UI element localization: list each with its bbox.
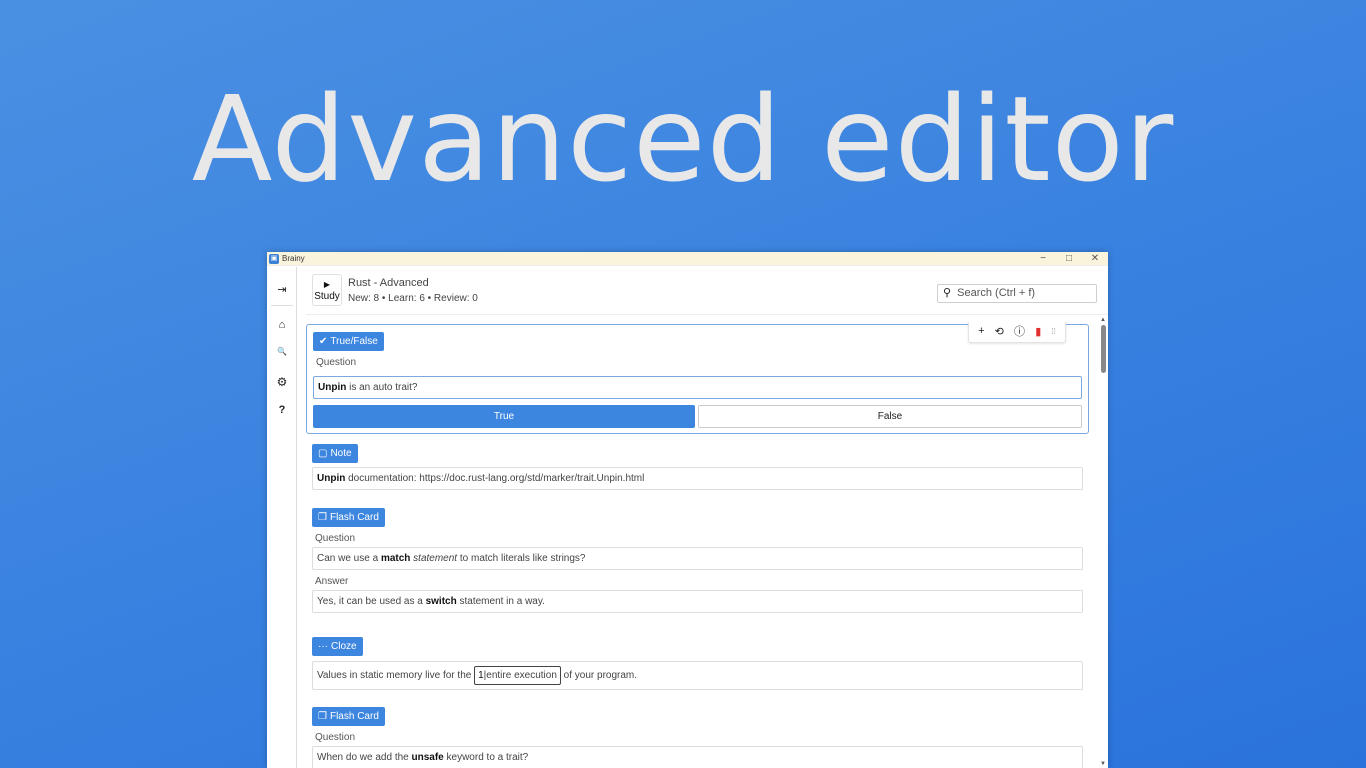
note-icon: ▢ [318,448,328,459]
maximize-button[interactable]: □ [1056,252,1082,266]
question-italic-text: statement [413,553,458,564]
note-text: documentation: https://doc.rust-lang.org… [345,473,645,484]
deck-header: ▶ Study Rust - Advanced New: 8 • Learn: … [306,267,1108,315]
title-bar: ▣ Brainy − □ ✕ [267,252,1108,266]
cloze-card[interactable]: ··· Cloze Values in static memory live fo… [312,636,1083,690]
true-option-button[interactable]: True [313,405,695,428]
home-icon[interactable]: ⌂ [267,319,297,331]
cloze-badge[interactable]: ··· Cloze [312,637,363,656]
add-icon[interactable]: + [978,325,984,337]
question-field[interactable]: Unpin is an auto trait? [313,376,1082,399]
question-field[interactable]: Can we use a match statement to match li… [312,547,1083,570]
flashcard-badge[interactable]: ❐ Flash Card [312,707,385,726]
note-bold-text: Unpin [317,473,346,484]
app-logo-icon: ▣ [269,253,279,264]
deck-title: Rust - Advanced [348,277,429,289]
sidebar-divider [271,305,293,306]
collapse-sidebar-icon[interactable]: ⇥ [267,283,297,296]
cloze-hidden-text: entire execution [486,669,557,681]
false-option-button[interactable]: False [698,405,1082,428]
badge-label: True/False [330,336,378,347]
flashcard-card[interactable]: ❐ Flash Card Question Can we use a match … [312,507,1083,613]
cloze-field[interactable]: Values in static memory live for the 1|e… [312,661,1083,690]
badge-label: Note [330,448,352,459]
card-list: ✔ True/False + ⟲ ⓘ ▮ ⁞⁞ Question Unpin is… [306,322,1089,768]
question-bold-text: match [380,553,411,564]
app-title: Brainy [282,254,305,263]
ellipsis-icon: ··· [318,641,328,652]
sidebar: ⇥ ⌂ 🔍 ⚙ ? [267,267,297,768]
note-card[interactable]: ▢ Note Unpin documentation: https://doc.r… [312,443,1083,490]
truefalse-card[interactable]: ✔ True/False + ⟲ ⓘ ▮ ⁞⁞ Question Unpin is… [306,322,1089,434]
help-icon[interactable]: ? [267,404,297,416]
cloze-text: Values in static memory live for the [317,670,475,681]
scroll-down-icon[interactable]: ▼ [1099,760,1107,768]
question-text: is an auto trait? [346,382,418,393]
note-field[interactable]: Unpin documentation: https://doc.rust-la… [312,467,1083,490]
question-text-end: keyword to a trait? [443,752,529,763]
answer-label: Answer [315,576,349,587]
answer-text: Yes, it can be used as a [317,596,426,607]
info-icon[interactable]: ⓘ [1014,323,1025,339]
badge-label: Flash Card [329,711,379,722]
gear-icon[interactable]: ⚙ [267,375,297,389]
question-bold-text: unsafe [411,752,444,763]
check-circle-icon: ✔ [319,336,328,347]
search-icon[interactable]: 🔍 [267,347,297,356]
deck-stats: New: 8 • Learn: 6 • Review: 0 [348,293,478,304]
cloze-index: 1 [478,669,484,681]
badge-label: Cloze [331,641,357,652]
cloze-text-end: of your program. [560,670,638,681]
note-badge[interactable]: ▢ Note [312,444,358,463]
close-button[interactable]: ✕ [1082,252,1108,266]
question-label: Question [315,533,356,544]
scrollbar[interactable]: ▲ ▼ [1099,316,1107,768]
question-text-end: to match literals like strings? [457,553,586,564]
badge-label: Flash Card [329,512,379,523]
answer-bold-text: switch [425,596,457,607]
app-window: ▣ Brainy − □ ✕ ⇥ ⌂ 🔍 ⚙ ? ▶ Study Rust - … [267,252,1108,768]
truefalse-badge[interactable]: ✔ True/False [313,332,384,351]
cloze-deletion[interactable]: 1|entire execution [474,665,561,685]
minimize-button[interactable]: − [1030,252,1056,266]
answer-field[interactable]: Yes, it can be used as a switch statemen… [312,590,1083,613]
question-label: Question [315,732,356,743]
flashcard-badge[interactable]: ❐ Flash Card [312,508,385,527]
truefalse-options: True False [313,405,1082,428]
window-controls: − □ ✕ [1030,252,1108,266]
play-icon: ▶ [323,280,331,289]
search-placeholder: Search (Ctrl + f) [957,287,1036,299]
reset-icon[interactable]: ⟲ [995,325,1004,338]
search-icon: ⚲ [943,287,952,299]
scroll-thumb[interactable] [1100,325,1106,373]
headline: Advanced editor [191,70,1175,208]
study-button[interactable]: ▶ Study [312,274,342,306]
study-label: Study [314,291,340,302]
question-text: Can we use a [317,553,381,564]
flashcard-icon: ❐ [318,711,327,722]
delete-icon[interactable]: ▮ [1035,325,1041,338]
flashcard-card[interactable]: ❐ Flash Card Question When do we add the … [312,706,1083,768]
card-toolbar: + ⟲ ⓘ ▮ ⁞⁞ [968,322,1066,343]
question-label: Question [316,357,357,368]
question-bold-text: Unpin [318,382,347,393]
question-field[interactable]: When do we add the unsafe keyword to a t… [312,746,1083,768]
scroll-up-icon[interactable]: ▲ [1099,316,1107,324]
answer-text-end: statement in a way. [456,596,545,607]
drag-handle-icon[interactable]: ⁞⁞ [1051,327,1055,336]
search-input[interactable]: ⚲ Search (Ctrl + f) [937,284,1097,303]
question-text: When do we add the [317,752,412,763]
flashcard-icon: ❐ [318,512,327,523]
